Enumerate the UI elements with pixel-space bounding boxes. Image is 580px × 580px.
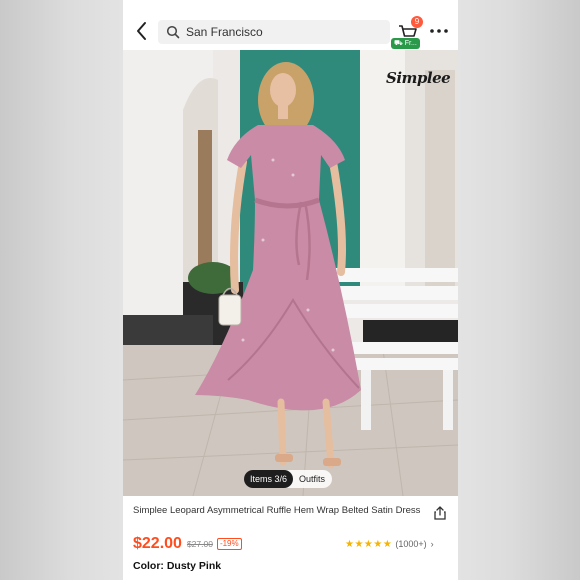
- image-tabs: Items 3/6 Outfits: [244, 470, 333, 488]
- back-button[interactable]: [133, 20, 151, 42]
- star-rating-icon: ★★★★★: [345, 538, 393, 550]
- product-image[interactable]: Simplee Items 3/6 Outfits: [123, 50, 458, 496]
- discount-badge: -19%: [216, 538, 242, 550]
- share-icon: [434, 506, 446, 520]
- more-dots-icon: [430, 29, 448, 33]
- color-label: Color: Dusty Pink: [133, 560, 222, 572]
- product-photo-illustration: [123, 50, 458, 496]
- search-icon: [166, 25, 180, 39]
- price: $22.00: [133, 535, 182, 552]
- tab-outfits[interactable]: Outfits: [299, 474, 325, 484]
- chevron-right-icon: ›: [430, 539, 434, 549]
- cart-badge: 9: [411, 16, 423, 28]
- price-row: $22.00 $27.00 -19%: [133, 535, 242, 553]
- search-input[interactable]: San Francisco: [158, 20, 390, 44]
- free-shipping-tag: ⛟ Fr...: [391, 38, 420, 49]
- chevron-left-icon: [137, 22, 146, 40]
- product-title: Simplee Leopard Asymmetrical Ruffle Hem …: [133, 505, 421, 516]
- search-text: San Francisco: [186, 25, 263, 39]
- original-price: $27.00: [186, 539, 213, 549]
- more-button[interactable]: [429, 24, 449, 38]
- product-detail-screen: San Francisco 9 ⛟ Fr... Simplee Items 3/…: [123, 0, 458, 580]
- review-count: (1000+): [395, 539, 427, 549]
- rating-summary[interactable]: ★★★★★ (1000+) ›: [345, 538, 434, 550]
- top-bar: San Francisco 9 ⛟ Fr...: [123, 0, 458, 50]
- brand-logo: Simplee: [386, 69, 451, 87]
- tab-items[interactable]: Items 3/6: [244, 470, 294, 488]
- share-button[interactable]: [433, 505, 447, 521]
